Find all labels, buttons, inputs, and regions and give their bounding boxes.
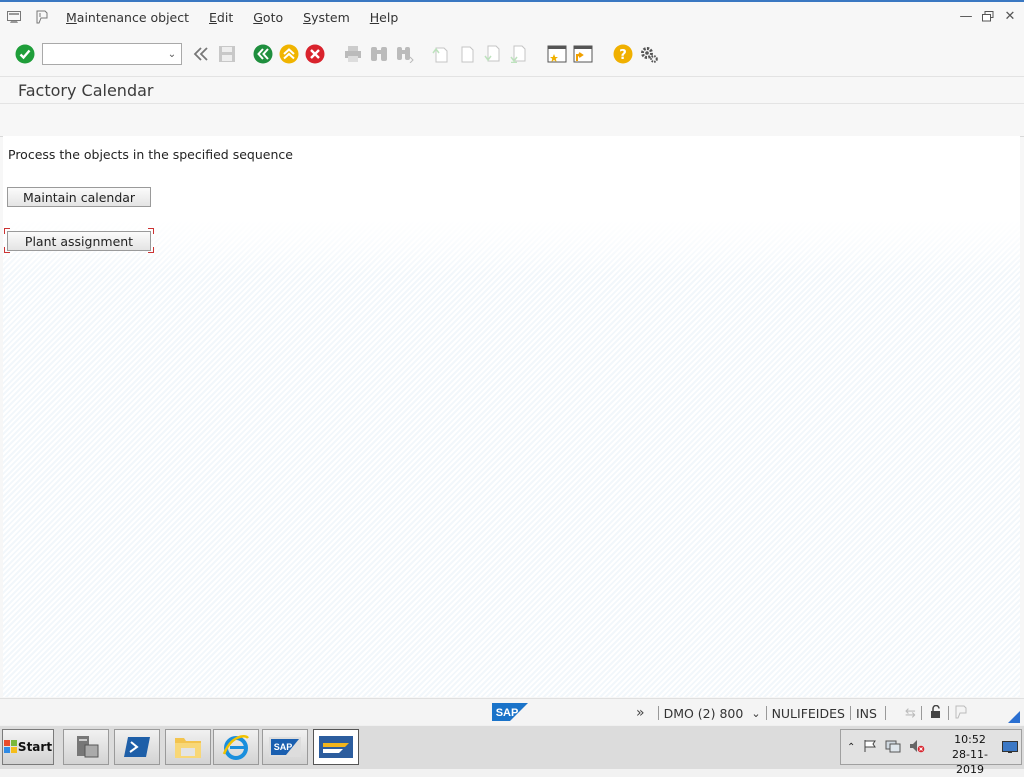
menu-maintenance-object[interactable]: Maintenance object <box>66 10 189 25</box>
chevron-down-icon[interactable]: ⌄ <box>751 707 760 720</box>
expand-status-icon[interactable]: » <box>636 705 645 721</box>
svg-text:?: ? <box>619 48 627 63</box>
next-page-icon[interactable] <box>480 41 506 67</box>
transfer-icon: ⇆ <box>904 705 916 721</box>
find-icon[interactable] <box>366 41 392 67</box>
user-name: NULIFEIDES <box>771 705 845 721</box>
customize-layout-icon[interactable] <box>32 8 52 26</box>
close-window-icon[interactable]: ✕ <box>1000 7 1020 25</box>
page-title: Factory Calendar <box>18 80 154 100</box>
standard-toolbar: ⌄ ? <box>0 32 1024 77</box>
divider <box>947 706 949 720</box>
menu-bar: Maintenance object Edit Goto System Help… <box>0 4 1024 30</box>
sap-gui-taskbar-button[interactable] <box>313 729 359 765</box>
maintain-calendar-button[interactable]: Maintain calendar <box>7 187 151 207</box>
svg-text:SAP: SAP <box>496 707 519 719</box>
start-label: Start <box>17 740 53 754</box>
plant-assignment-button[interactable]: Plant assignment <box>7 231 151 251</box>
divider <box>884 706 886 720</box>
status-bar: SAP » DMO (2) 800 ⌄ NULIFEIDES INS ⇆ <box>0 698 1024 727</box>
menu-maintenance-object-rest: aintenance object <box>76 9 190 25</box>
divider <box>657 706 659 720</box>
menu-help[interactable]: Help <box>370 10 399 25</box>
menu-goto-rest: oto <box>262 9 284 25</box>
screen-title-bar: Factory Calendar <box>0 77 1024 103</box>
show-desktop-icon[interactable] <box>1002 741 1018 756</box>
instruction-text: Process the objects in the specified seq… <box>8 147 293 162</box>
last-page-icon[interactable] <box>506 41 532 67</box>
menu-help-rest: elp <box>379 9 399 25</box>
main-content: Process the objects in the specified seq… <box>3 136 1020 697</box>
sap-logo: SAP <box>492 703 528 721</box>
network-icon[interactable] <box>885 739 901 756</box>
internet-explorer-icon[interactable] <box>213 729 259 765</box>
file-explorer-icon[interactable] <box>165 729 211 765</box>
minimize-icon[interactable]: — <box>956 7 976 25</box>
window-controls: — ✕ <box>956 7 1020 25</box>
sap-gui-window: Maintenance object Edit Goto System Help… <box>0 0 1024 727</box>
action-center-flag-icon[interactable] <box>863 739 877 756</box>
print-icon[interactable] <box>340 41 366 67</box>
collapse-toolbar-icon[interactable] <box>188 41 214 67</box>
menu-edit[interactable]: Edit <box>209 10 233 25</box>
cancel-icon[interactable] <box>302 41 328 67</box>
system-info: DMO (2) 800 <box>663 705 744 721</box>
divider <box>765 706 767 720</box>
divider <box>849 706 851 720</box>
command-field[interactable]: ⌄ <box>42 43 182 65</box>
application-toolbar <box>0 103 1024 137</box>
find-next-icon[interactable] <box>392 41 418 67</box>
settings-gear-icon[interactable] <box>636 41 662 67</box>
menu-system[interactable]: System <box>303 10 350 25</box>
clock[interactable]: 10:52 28-11-2019 <box>939 732 1001 777</box>
menu-system-rest: ystem <box>311 9 350 25</box>
chevron-down-icon[interactable]: ⌄ <box>165 46 179 62</box>
show-hidden-icons-icon[interactable]: ⌃ <box>847 742 855 753</box>
start-button[interactable]: Start <box>2 729 54 765</box>
back-icon[interactable] <box>250 41 276 67</box>
exit-icon[interactable] <box>276 41 302 67</box>
system-tray: ⌃ 10:52 28-11-2019 <box>840 729 1022 776</box>
windows-logo-icon <box>3 740 17 753</box>
resize-corner-icon[interactable] <box>1008 711 1020 723</box>
server-manager-icon[interactable] <box>63 729 109 765</box>
svg-text:SAP: SAP <box>274 742 293 752</box>
clock-date: 28-11-2019 <box>952 748 988 776</box>
menu-goto[interactable]: Goto <box>253 10 283 25</box>
sap-logon-icon[interactable]: SAP <box>262 729 308 765</box>
enter-checkmark-icon[interactable] <box>12 41 38 67</box>
generate-shortcut-icon[interactable] <box>570 41 596 67</box>
help-icon[interactable]: ? <box>610 41 636 67</box>
save-icon[interactable] <box>214 41 240 67</box>
create-session-icon[interactable] <box>544 41 570 67</box>
divider <box>920 706 922 720</box>
status-info: » DMO (2) 800 ⌄ NULIFEIDES INS ⇆ <box>636 699 968 727</box>
clock-time: 10:52 <box>954 733 986 746</box>
volume-muted-icon[interactable] <box>909 739 925 756</box>
restore-icon[interactable] <box>978 7 998 25</box>
system-menu-icon[interactable] <box>4 8 24 26</box>
layout-icon[interactable] <box>954 705 968 722</box>
insert-mode[interactable]: INS <box>856 706 877 721</box>
powershell-icon[interactable] <box>114 729 160 765</box>
taskbar: Start SAP ⌃ 10:52 28-11-2019 <box>0 725 1024 776</box>
menu-edit-rest: dit <box>216 9 234 25</box>
lock-icon[interactable] <box>929 704 943 722</box>
previous-page-icon[interactable] <box>454 41 480 67</box>
first-page-icon[interactable] <box>428 41 454 67</box>
